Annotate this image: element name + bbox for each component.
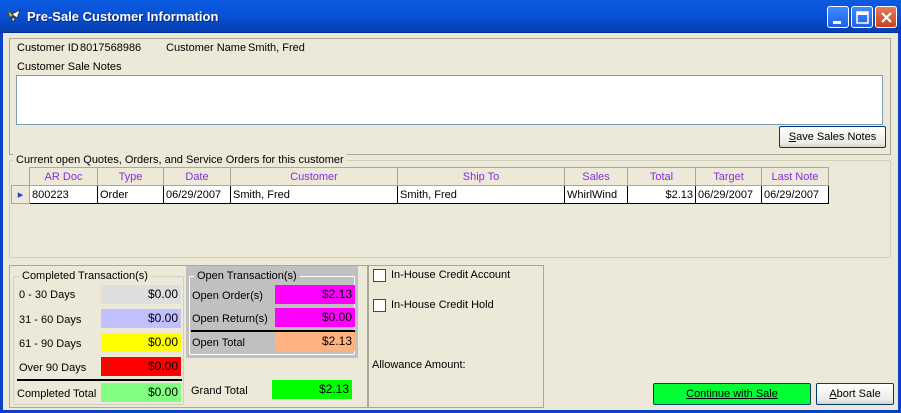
open-orders-value: $2.13 [275, 285, 355, 304]
maximize-button[interactable] [851, 6, 873, 28]
customer-name-value: Smith, Fred [248, 42, 305, 54]
row-header-corner [11, 167, 30, 186]
grand-total-value: $2.13 [272, 380, 352, 399]
table-row[interactable]: ▸ 800223 Order 06/29/2007 Smith, Fred Sm… [11, 185, 829, 204]
cell-ar-doc[interactable]: 800223 [29, 185, 98, 204]
col-type[interactable]: Type [97, 167, 164, 186]
col-ship-to[interactable]: Ship To [397, 167, 565, 186]
orders-header-row: AR Doc Type Date Customer Ship To Sales … [11, 167, 829, 186]
window-title: Pre-Sale Customer Information [27, 9, 219, 24]
maximize-icon [856, 11, 869, 24]
col-last-note[interactable]: Last Note [761, 167, 829, 186]
close-icon [881, 12, 892, 23]
cell-type[interactable]: Order [97, 185, 164, 204]
col-date[interactable]: Date [163, 167, 231, 186]
in-house-credit-hold-checkbox[interactable] [373, 299, 386, 312]
open-total-label: Open Total [192, 337, 246, 349]
customer-name-label: Customer Name [166, 42, 247, 54]
cell-total[interactable]: $2.13 [627, 185, 696, 204]
completed-61-90-label: 61 - 90 Days [19, 338, 82, 350]
col-sales[interactable]: Sales [564, 167, 628, 186]
cell-sales[interactable]: WhirlWind [564, 185, 628, 204]
credit-panel [367, 265, 544, 408]
completed-31-60-value: $0.00 [101, 309, 181, 328]
open-returns-label: Open Return(s) [192, 313, 268, 325]
save-sales-notes-button[interactable]: Save Sales Notes [779, 126, 886, 148]
customer-id-label: Customer ID [17, 42, 79, 54]
orders-group-label: Current open Quotes, Orders, and Service… [13, 154, 347, 166]
open-returns-value: $0.00 [275, 308, 355, 327]
col-total[interactable]: Total [627, 167, 696, 186]
cell-ship-to[interactable]: Smith, Fred [397, 185, 565, 204]
completed-total-label: Completed Total [17, 388, 97, 400]
completed-0-30-label: 0 - 30 Days [19, 289, 76, 301]
save-sales-notes-label: Save Sales Notes [788, 131, 877, 143]
abort-sale-label: Abort Sale [829, 388, 881, 400]
minimize-button[interactable] [827, 6, 849, 28]
app-icon [7, 9, 21, 23]
continue-with-sale-label: Continue with Sale [686, 388, 778, 400]
completed-group-label: Completed Transaction(s) [19, 270, 151, 282]
customer-id-value: 8017568986 [80, 42, 142, 54]
completed-total-value: $0.00 [101, 383, 181, 402]
orders-table: AR Doc Type Date Customer Ship To Sales … [11, 167, 829, 204]
cell-date[interactable]: 06/29/2007 [163, 185, 231, 204]
col-target[interactable]: Target [695, 167, 762, 186]
abort-sale-button[interactable]: Abort Sale [816, 383, 894, 405]
completed-over-90-label: Over 90 Days [19, 362, 87, 374]
close-button[interactable] [875, 6, 897, 28]
title-bar[interactable]: Pre-Sale Customer Information [0, 0, 901, 33]
in-house-credit-account-checkbox[interactable] [373, 269, 386, 282]
allowance-amount-label: Allowance Amount: [372, 359, 466, 371]
open-total-value: $2.13 [275, 332, 355, 351]
cell-last-note[interactable]: 06/29/2007 [761, 185, 829, 204]
grand-total-label: Grand Total [191, 385, 248, 397]
cell-customer[interactable]: Smith, Fred [230, 185, 398, 204]
continue-with-sale-button[interactable]: Continue with Sale [653, 383, 811, 405]
minimize-icon [833, 21, 841, 24]
completed-31-60-label: 31 - 60 Days [19, 314, 82, 326]
completed-over-90-value: $0.00 [101, 357, 181, 376]
customer-notes-label: Customer Sale Notes [17, 61, 122, 73]
open-group-label: Open Transaction(s) [194, 270, 300, 282]
col-ar-doc[interactable]: AR Doc [29, 167, 98, 186]
open-orders-label: Open Order(s) [192, 290, 263, 302]
completed-total-separator [17, 379, 182, 381]
completed-0-30-value: $0.00 [101, 285, 181, 304]
in-house-credit-hold-label: In-House Credit Hold [391, 299, 494, 311]
cell-target[interactable]: 06/29/2007 [695, 185, 762, 204]
col-customer[interactable]: Customer [230, 167, 398, 186]
completed-61-90-value: $0.00 [101, 333, 181, 352]
customer-notes-field[interactable] [16, 75, 883, 125]
row-selector-icon: ▸ [11, 185, 30, 204]
in-house-credit-account-label: In-House Credit Account [391, 269, 511, 281]
